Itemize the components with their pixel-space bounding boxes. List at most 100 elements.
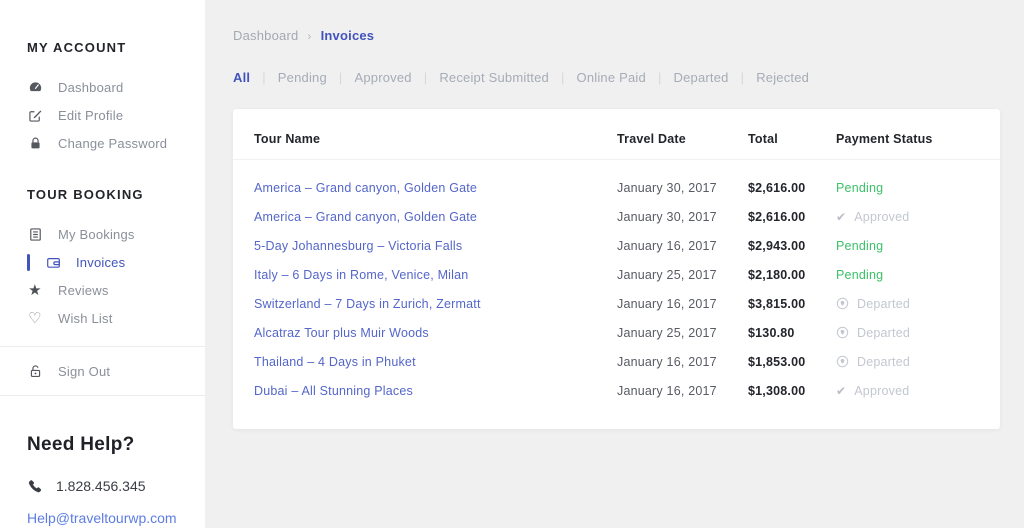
sidebar-item-label: My Bookings: [58, 227, 135, 242]
table-body: America – Grand canyon, Golden GateJanua…: [233, 160, 1000, 405]
sidebar-item-reviews[interactable]: ★ Reviews: [0, 276, 205, 304]
tab-all[interactable]: All: [233, 70, 250, 85]
status-label: Departed: [857, 297, 910, 311]
table-row: Italy – 6 Days in Rome, Venice, MilanJan…: [233, 260, 1000, 289]
table-row: Thailand – 4 Days in PhuketJanuary 16, 2…: [233, 347, 1000, 376]
sidebar-item-wish-list[interactable]: ♡ Wish List: [0, 304, 205, 332]
help-email-link[interactable]: Help@traveltourwp.com: [27, 510, 177, 526]
tab-departed[interactable]: Departed: [674, 70, 729, 85]
tour-name-link[interactable]: Alcatraz Tour plus Muir Woods: [254, 326, 617, 340]
sidebar-item-label: Sign Out: [58, 364, 110, 379]
table-row: America – Grand canyon, Golden GateJanua…: [233, 202, 1000, 231]
column-header-tour-name: Tour Name: [254, 132, 617, 146]
edit-icon: [27, 107, 43, 123]
tab-online-paid[interactable]: Online Paid: [577, 70, 646, 85]
status-label: Pending: [836, 181, 883, 195]
tab-separator: |: [658, 70, 662, 85]
total-amount: $1,308.00: [748, 384, 836, 398]
tab-separator: |: [741, 70, 745, 85]
tab-approved[interactable]: Approved: [354, 70, 411, 85]
status-label: Pending: [836, 268, 883, 282]
sidebar-section-heading: TOUR BOOKING: [0, 187, 205, 202]
status-label: Departed: [857, 355, 910, 369]
star-icon: ★: [27, 282, 43, 298]
total-amount: $2,616.00: [748, 210, 836, 224]
tour-name-link[interactable]: America – Grand canyon, Golden Gate: [254, 210, 617, 224]
sidebar-item-dashboard[interactable]: Dashboard: [0, 73, 205, 101]
main-content: Dashboard › Invoices All | Pending | Approve…: [205, 0, 1024, 528]
tour-name-link[interactable]: America – Grand canyon, Golden Gate: [254, 181, 617, 195]
sidebar: MY ACCOUNT Dashboard Edit Profile Change Pa…: [0, 0, 205, 528]
sidebar-divider-bottom: [0, 395, 205, 396]
sidebar-item-invoices[interactable]: Invoices: [0, 248, 205, 276]
status-badge: Pending: [836, 239, 979, 253]
departed-icon: [836, 297, 849, 310]
sidebar-item-label: Change Password: [58, 136, 167, 151]
sidebar-item-label: Dashboard: [58, 80, 123, 95]
status-label: Pending: [836, 239, 883, 253]
status-badge: Departed: [836, 355, 979, 369]
check-icon: ✔: [836, 210, 846, 224]
status-badge: ✔ Approved: [836, 210, 979, 224]
tab-separator: |: [262, 70, 266, 85]
sidebar-item-label: Reviews: [58, 283, 109, 298]
heart-icon: ♡: [27, 310, 43, 326]
help-title: Need Help?: [27, 434, 205, 456]
travel-date: January 16, 2017: [617, 239, 748, 253]
total-amount: $3,815.00: [748, 297, 836, 311]
total-amount: $1,853.00: [748, 355, 836, 369]
status-label: Departed: [857, 326, 910, 340]
check-icon: ✔: [836, 384, 846, 398]
departed-icon: [836, 355, 849, 368]
table-header: Tour NameTravel DateTotalPayment Status: [233, 109, 1000, 160]
tab-rejected[interactable]: Rejected: [756, 70, 809, 85]
tour-name-link[interactable]: Switzerland – 7 Days in Zurich, Zermatt: [254, 297, 617, 311]
status-label: Approved: [854, 210, 909, 224]
travel-date: January 25, 2017: [617, 326, 748, 340]
travel-date: January 16, 2017: [617, 384, 748, 398]
breadcrumb: Dashboard › Invoices: [233, 28, 1000, 43]
travel-date: January 25, 2017: [617, 268, 748, 282]
travel-date: January 30, 2017: [617, 181, 748, 195]
status-badge: Departed: [836, 326, 979, 340]
sidebar-section-heading: MY ACCOUNT: [0, 40, 205, 55]
wallet-icon: [45, 254, 61, 270]
filter-tabs: All | Pending | Approved | Receipt Submitted | O…: [233, 70, 1000, 85]
column-header-payment-status: Payment Status: [836, 132, 979, 146]
total-amount: $2,180.00: [748, 268, 836, 282]
sidebar-item-edit-profile[interactable]: Edit Profile: [0, 101, 205, 129]
total-amount: $2,943.00: [748, 239, 836, 253]
departed-icon: [836, 326, 849, 339]
status-badge: Pending: [836, 181, 979, 195]
tour-name-link[interactable]: Dubai – All Stunning Places: [254, 384, 617, 398]
tour-name-link[interactable]: Thailand – 4 Days in Phuket: [254, 355, 617, 369]
travel-date: January 30, 2017: [617, 210, 748, 224]
tab-pending[interactable]: Pending: [278, 70, 327, 85]
sidebar-item-my-bookings[interactable]: My Bookings: [0, 220, 205, 248]
sidebar-item-change-password[interactable]: Change Password: [0, 129, 205, 157]
sidebar-item-label: Invoices: [76, 255, 125, 270]
sidebar-divider-top: [0, 346, 205, 347]
breadcrumb-dashboard[interactable]: Dashboard: [233, 28, 298, 43]
column-header-travel-date: Travel Date: [617, 132, 748, 146]
bookings-icon: [27, 226, 43, 242]
status-badge: Departed: [836, 297, 979, 311]
phone-icon: [27, 479, 42, 494]
travel-date: January 16, 2017: [617, 355, 748, 369]
tour-name-link[interactable]: Italy – 6 Days in Rome, Venice, Milan: [254, 268, 617, 282]
tab-separator: |: [561, 70, 565, 85]
dashboard-icon: [27, 79, 43, 95]
sidebar-item-label: Wish List: [58, 311, 113, 326]
tab-receipt-submitted[interactable]: Receipt Submitted: [439, 70, 549, 85]
status-badge: Pending: [836, 268, 979, 282]
status-badge: ✔Approved: [836, 384, 979, 398]
table-row: Alcatraz Tour plus Muir WoodsJanuary 25,…: [233, 318, 1000, 347]
tour-name-link[interactable]: 5-Day Johannesburg – Victoria Falls: [254, 239, 617, 253]
total-amount: $130.80: [748, 326, 836, 340]
sidebar-item-sign-out[interactable]: Sign Out: [0, 361, 205, 381]
travel-date: January 16, 2017: [617, 297, 748, 311]
total-amount: $2,616.00: [748, 181, 836, 195]
table-row: Dubai – All Stunning PlacesJanuary 16, 2…: [233, 376, 1000, 405]
unlock-icon: [27, 363, 43, 379]
active-indicator: [27, 254, 30, 271]
